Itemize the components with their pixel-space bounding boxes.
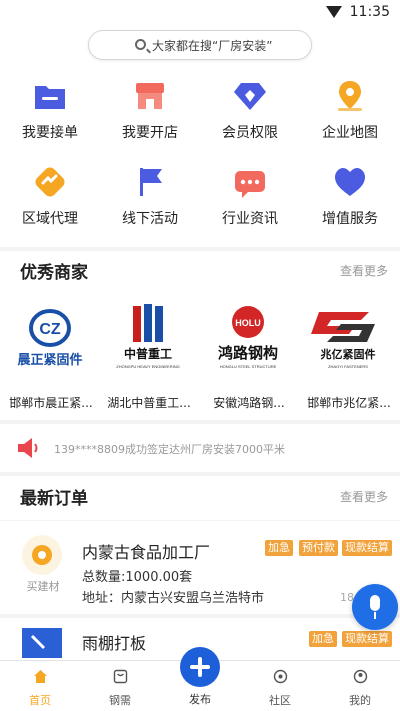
order-title: 内蒙古食品加工厂	[82, 543, 211, 562]
order-category-icon	[22, 535, 62, 575]
top-panel: 大家都在搜“厂房安装” 我要接单 我要开店 会员权限 企业地图 区域代理 线下活…	[0, 26, 400, 247]
home-icon	[34, 670, 47, 683]
merchant-logo: 中普重工 ZHONGPU HEAVY ENGINEERING	[105, 302, 191, 372]
order-title: 雨棚打板	[82, 634, 147, 653]
heart-icon	[335, 168, 365, 196]
status-time: 11:35	[349, 4, 390, 20]
zhaoyi-logo: 兆亿紧固件 ZHAOYI FASTENERS	[311, 312, 376, 369]
logo-brand-text: 兆亿紧固件	[321, 347, 376, 361]
orders-title: 最新订单	[20, 489, 88, 509]
tools-icon	[22, 628, 62, 658]
honglu-logo: HOLU 鸿路钢构 HONGLU STEEL STRUCTURE	[218, 306, 278, 369]
merchants-title: 优秀商家	[20, 263, 88, 283]
grid-item-zengzhi[interactable]: 增值服务	[305, 164, 395, 234]
grid-item-label: 行业资讯	[222, 211, 278, 227]
status-bar: 11:35	[0, 0, 400, 26]
tag-urgent: 加急	[309, 631, 337, 647]
merchant-card[interactable]: 兆亿紧固件 ZHAOYI FASTENERS 邯郸市兆亿紧...	[300, 296, 395, 410]
tab-label: 钢需	[109, 694, 131, 707]
publish-label: 发布	[189, 693, 211, 706]
tab-label: 我的	[349, 694, 371, 707]
order-quantity: 总数量:1000.00套	[82, 570, 193, 585]
order-category: 买建材	[26, 580, 60, 593]
grid-item-ditu[interactable]: 企业地图	[305, 78, 395, 148]
grid-item-label: 我要接单	[22, 125, 78, 141]
flag-icon	[140, 168, 162, 196]
logo-brand-text: 晨正紧固件	[17, 352, 82, 368]
notice-text: 139****8809成功签定达州厂房安装7000平米	[54, 443, 285, 456]
wifi-icon	[326, 6, 342, 18]
grid-item-huiyuan[interactable]: 会员权限	[205, 78, 295, 148]
tab-label: 首页	[29, 694, 51, 707]
diamond-icon	[234, 83, 266, 110]
grid-item-huodong[interactable]: 线下活动	[105, 164, 195, 234]
folder-icon	[35, 86, 65, 109]
profile-icon	[353, 669, 368, 684]
search-placeholder: 大家都在搜“厂房安装”	[152, 39, 273, 53]
voice-search-button[interactable]	[352, 584, 398, 630]
merchant-logo: 兆亿紧固件 ZHAOYI FASTENERS	[305, 302, 391, 372]
order-address: 地址：内蒙古兴安盟乌兰浩特市	[82, 591, 265, 606]
logo-sub-text: ZHONGPU HEAVY ENGINEERING	[116, 364, 179, 369]
merchant-logo: HOLU 鸿路钢构 HONGLU STEEL STRUCTURE	[205, 302, 291, 372]
handshake-icon	[35, 167, 65, 197]
tab-gangxu[interactable]: 钢需	[85, 661, 155, 711]
zhongpu-logo: 中普重工 ZHONGPU HEAVY ENGINEERING	[116, 304, 180, 369]
grid-item-jiedan[interactable]: 我要接单	[5, 78, 95, 148]
grid-item-label: 我要开店	[122, 125, 178, 141]
merchant-name: 邯郸市晨正紧...	[9, 396, 93, 410]
merchant-name: 安徽鸿路钢...	[213, 396, 285, 410]
grid-item-label: 线下活动	[122, 211, 178, 227]
logo-brand-text: 鸿路钢构	[218, 344, 278, 362]
orders-section: 最新订单 查看更多	[0, 476, 400, 520]
tab-home[interactable]: 首页	[5, 661, 75, 711]
bag-icon	[113, 669, 128, 684]
chenzheng-logo: CZ 晨正紧固件	[17, 309, 83, 368]
tag-prepay: 预付款	[299, 540, 338, 556]
store-icon	[136, 83, 164, 109]
chat-icon	[235, 171, 265, 198]
grid-item-label: 增值服务	[322, 211, 378, 227]
grid-item-label: 会员权限	[222, 125, 278, 141]
tab-label: 社区	[269, 694, 291, 707]
order-card[interactable]: 买建材 内蒙古食品加工厂 加急 预付款 现款结算 总数量:1000.00套 地址…	[0, 521, 400, 614]
orders-more-link[interactable]: 查看更多	[340, 488, 388, 505]
logo-sub-text: ZHAOYI FASTENERS	[328, 364, 368, 369]
grid-item-label: 企业地图	[322, 125, 378, 141]
notice-bar[interactable]: 139****8809成功签定达州厂房安装7000平米	[0, 424, 400, 472]
tag-cash: 现款结算	[342, 540, 392, 556]
search-input[interactable]: 大家都在搜“厂房安装”	[88, 30, 312, 60]
map-pin-icon	[338, 81, 362, 111]
tag-urgent: 加急	[265, 540, 293, 556]
publish-button[interactable]	[180, 647, 220, 687]
logo-sub-text: HONGLU STEEL STRUCTURE	[220, 364, 277, 369]
grid-item-label: 区域代理	[22, 211, 78, 227]
merchant-card[interactable]: CZ 晨正紧固件 邯郸市晨正紧...	[2, 296, 97, 410]
tab-community[interactable]: 社区	[245, 661, 315, 711]
grid-item-daili[interactable]: 区域代理	[5, 164, 95, 234]
merchant-name: 湖北中普重工...	[107, 396, 191, 410]
merchant-card[interactable]: 中普重工 ZHONGPU HEAVY ENGINEERING 湖北中普重工...	[100, 296, 195, 410]
merchants-more-link[interactable]: 查看更多	[340, 262, 388, 279]
search-icon	[135, 39, 146, 50]
logo-mark-text: CZ	[39, 321, 61, 338]
megaphone-icon	[18, 438, 38, 458]
grid-item-zixun[interactable]: 行业资讯	[205, 164, 295, 234]
merchant-name: 邯郸市兆亿紧...	[307, 396, 391, 410]
grid-item-kaidian[interactable]: 我要开店	[105, 78, 195, 148]
logo-brand-text: 中普重工	[124, 346, 172, 361]
community-icon	[273, 669, 288, 684]
tag-cash: 现款结算	[342, 631, 392, 647]
merchant-logo: CZ 晨正紧固件	[7, 302, 93, 372]
logo-mark-text: HOLU	[235, 318, 261, 328]
merchant-card[interactable]: HOLU 鸿路钢构 HONGLU STEEL STRUCTURE 安徽鸿路钢..…	[200, 296, 295, 410]
tab-profile[interactable]: 我的	[325, 661, 395, 711]
